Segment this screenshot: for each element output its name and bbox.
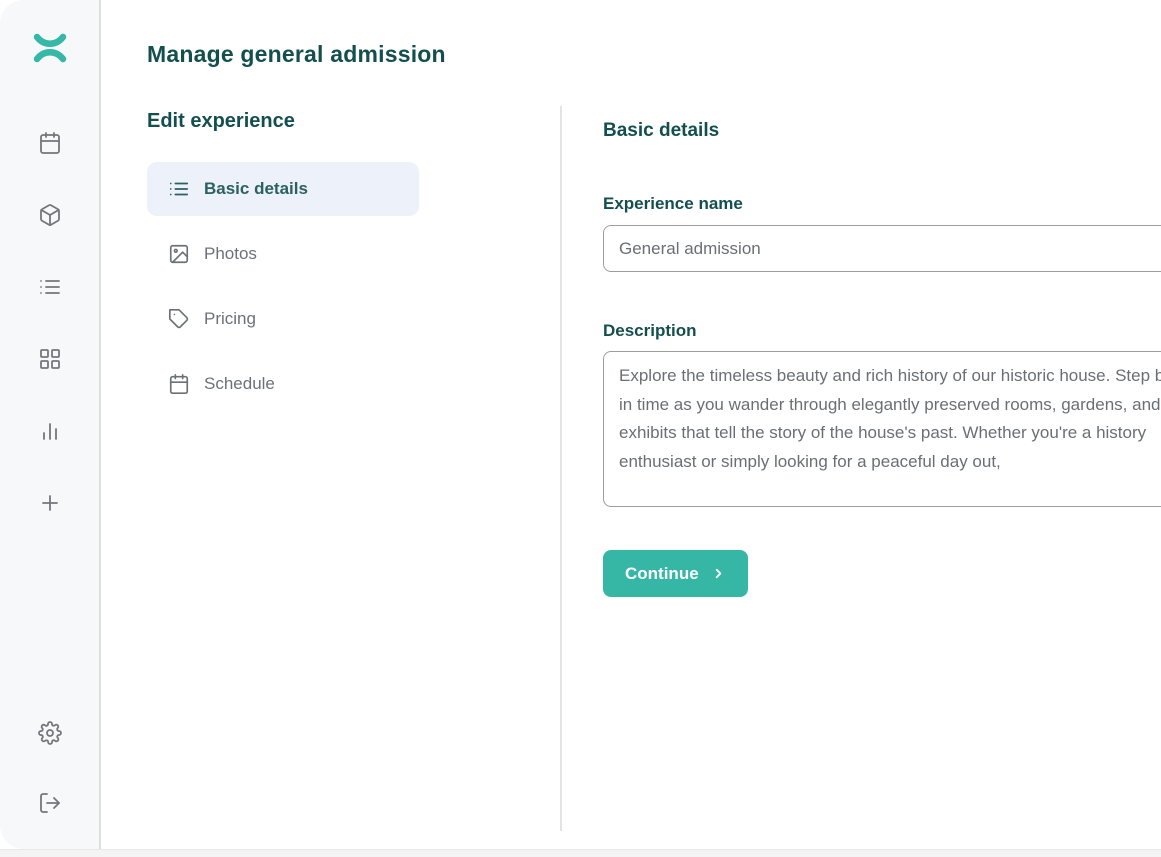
main-content: Manage general admission Edit experience…	[103, 0, 1161, 849]
description-label: Description	[603, 321, 697, 341]
gear-icon[interactable]	[38, 721, 62, 745]
bar-chart-icon[interactable]	[38, 419, 62, 443]
nav-panel-title: Edit experience	[147, 108, 419, 134]
experience-name-input[interactable]	[603, 225, 1161, 272]
nav-item-basic-details[interactable]: Basic details	[147, 162, 419, 216]
nav-item-photos[interactable]: Photos	[147, 227, 419, 281]
xola-logo-icon[interactable]	[32, 33, 68, 63]
nav-list: Basic details Photos Pricing Schedule	[147, 162, 419, 411]
basic-details-form: Basic details Experience name Descriptio…	[603, 0, 1161, 849]
nav-item-pricing[interactable]: Pricing	[147, 292, 419, 346]
nav-item-schedule[interactable]: Schedule	[147, 357, 419, 411]
calendar-icon	[168, 373, 190, 395]
panel-divider	[560, 106, 562, 831]
calendar-icon[interactable]	[38, 131, 62, 155]
bottom-strip	[0, 849, 1161, 857]
nav-item-label: Photos	[204, 244, 257, 264]
sidebar-nav	[38, 131, 62, 515]
list-icon[interactable]	[38, 275, 62, 299]
app-sidebar	[0, 0, 101, 849]
logout-icon[interactable]	[38, 791, 62, 815]
package-icon[interactable]	[38, 203, 62, 227]
continue-button-label: Continue	[625, 564, 699, 584]
continue-button[interactable]: Continue	[603, 550, 748, 597]
description-textarea[interactable]: Explore the timeless beauty and rich his…	[603, 351, 1161, 507]
grid-icon[interactable]	[38, 347, 62, 371]
nav-item-label: Pricing	[204, 309, 256, 329]
sidebar-footer	[38, 721, 62, 815]
edit-experience-panel: Edit experience Basic details Photos P	[147, 108, 419, 422]
plus-icon[interactable]	[38, 491, 62, 515]
list-icon	[168, 178, 190, 200]
image-icon	[168, 243, 190, 265]
tag-icon	[168, 308, 190, 330]
nav-item-label: Schedule	[204, 374, 275, 394]
chevron-right-icon	[711, 566, 726, 581]
experience-name-label: Experience name	[603, 194, 743, 214]
form-section-title: Basic details	[603, 120, 719, 142]
nav-item-label: Basic details	[204, 179, 308, 199]
